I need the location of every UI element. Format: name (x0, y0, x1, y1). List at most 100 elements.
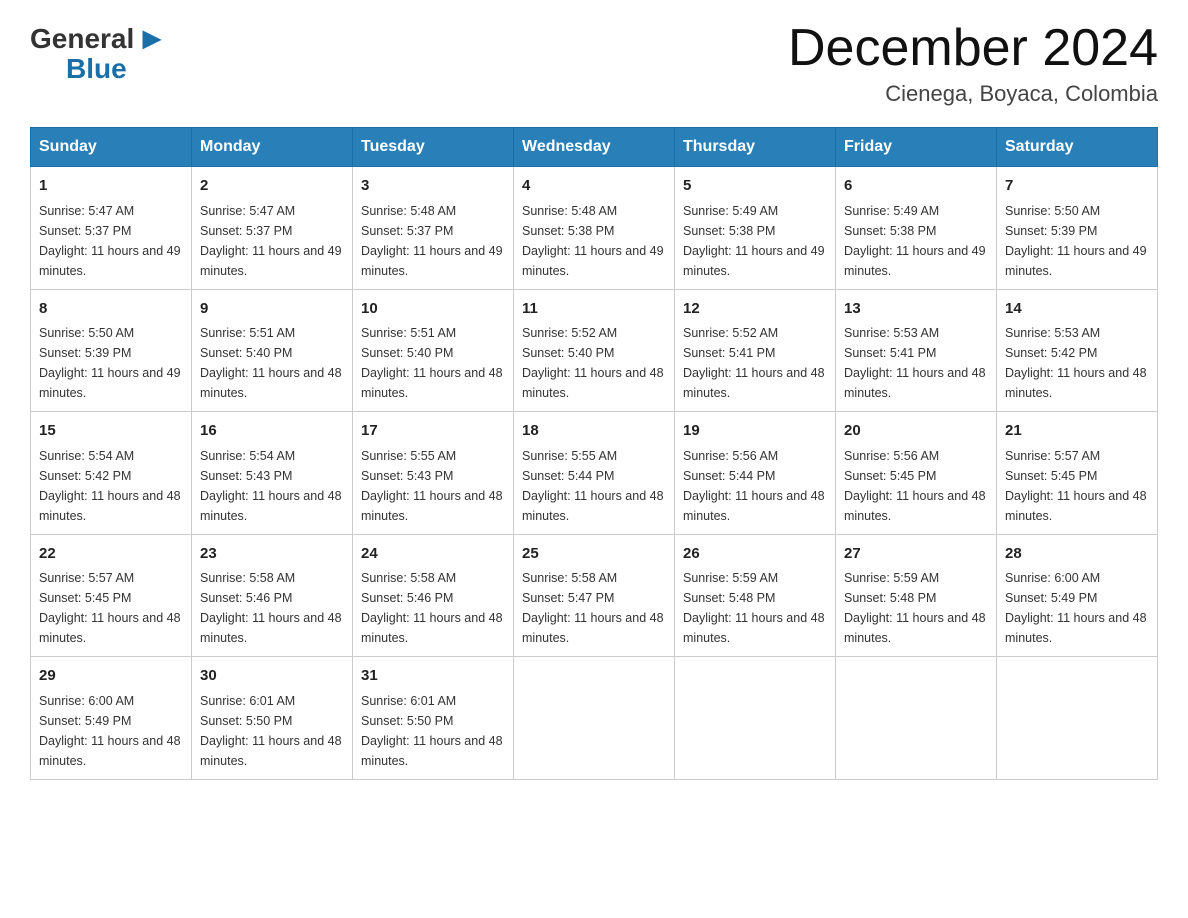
day-info: Sunrise: 5:58 AMSunset: 5:46 PMDaylight:… (361, 571, 503, 645)
weekday-header-saturday: Saturday (997, 128, 1158, 167)
calendar-week-row: 29Sunrise: 6:00 AMSunset: 5:49 PMDayligh… (31, 657, 1158, 780)
day-info: Sunrise: 5:53 AMSunset: 5:41 PMDaylight:… (844, 326, 986, 400)
logo-area: General ► Blue (30, 20, 168, 85)
day-number: 3 (361, 175, 505, 198)
day-info: Sunrise: 5:54 AMSunset: 5:42 PMDaylight:… (39, 449, 181, 523)
logo-blue-text: Blue (66, 53, 127, 85)
day-info: Sunrise: 5:48 AMSunset: 5:38 PMDaylight:… (522, 204, 664, 278)
day-number: 19 (683, 420, 827, 443)
calendar-cell: 9 Sunrise: 5:51 AMSunset: 5:40 PMDaylight… (192, 289, 353, 412)
day-number: 13 (844, 298, 988, 321)
day-number: 22 (39, 543, 183, 566)
day-number: 14 (1005, 298, 1149, 321)
day-info: Sunrise: 5:58 AMSunset: 5:47 PMDaylight:… (522, 571, 664, 645)
day-number: 11 (522, 298, 666, 321)
day-number: 1 (39, 175, 183, 198)
calendar-cell: 5 Sunrise: 5:49 AMSunset: 5:38 PMDaylight… (675, 167, 836, 290)
day-number: 23 (200, 543, 344, 566)
day-info: Sunrise: 5:51 AMSunset: 5:40 PMDaylight:… (200, 326, 342, 400)
calendar-cell: 26 Sunrise: 5:59 AMSunset: 5:48 PMDayligh… (675, 534, 836, 657)
weekday-header-wednesday: Wednesday (514, 128, 675, 167)
day-info: Sunrise: 5:59 AMSunset: 5:48 PMDaylight:… (683, 571, 825, 645)
day-number: 29 (39, 665, 183, 688)
calendar-cell: 6 Sunrise: 5:49 AMSunset: 5:38 PMDaylight… (836, 167, 997, 290)
calendar-week-row: 15 Sunrise: 5:54 AMSunset: 5:42 PMDayligh… (31, 412, 1158, 535)
day-number: 31 (361, 665, 505, 688)
day-number: 7 (1005, 175, 1149, 198)
calendar-cell: 12Sunrise: 5:52 AMSunset: 5:41 PMDayligh… (675, 289, 836, 412)
calendar-cell: 7Sunrise: 5:50 AMSunset: 5:39 PMDaylight… (997, 167, 1158, 290)
day-number: 20 (844, 420, 988, 443)
day-number: 10 (361, 298, 505, 321)
day-number: 4 (522, 175, 666, 198)
calendar-week-row: 1 Sunrise: 5:47 AMSunset: 5:37 PMDaylight… (31, 167, 1158, 290)
weekday-header-sunday: Sunday (31, 128, 192, 167)
day-info: Sunrise: 5:57 AMSunset: 5:45 PMDaylight:… (1005, 449, 1147, 523)
day-number: 28 (1005, 543, 1149, 566)
calendar-cell: 2 Sunrise: 5:47 AMSunset: 5:37 PMDaylight… (192, 167, 353, 290)
page-subtitle: Cienega, Boyaca, Colombia (788, 81, 1158, 107)
day-info: Sunrise: 5:50 AMSunset: 5:39 PMDaylight:… (39, 326, 181, 400)
day-number: 6 (844, 175, 988, 198)
day-info: Sunrise: 5:49 AMSunset: 5:38 PMDaylight:… (844, 204, 986, 278)
day-number: 9 (200, 298, 344, 321)
calendar-cell (514, 657, 675, 780)
day-info: Sunrise: 5:52 AMSunset: 5:40 PMDaylight:… (522, 326, 664, 400)
day-number: 26 (683, 543, 827, 566)
day-info: Sunrise: 5:57 AMSunset: 5:45 PMDaylight:… (39, 571, 181, 645)
calendar-cell: 23 Sunrise: 5:58 AMSunset: 5:46 PMDayligh… (192, 534, 353, 657)
day-number: 2 (200, 175, 344, 198)
calendar-cell: 27 Sunrise: 5:59 AMSunset: 5:48 PMDayligh… (836, 534, 997, 657)
weekday-header-tuesday: Tuesday (353, 128, 514, 167)
day-info: Sunrise: 5:58 AMSunset: 5:46 PMDaylight:… (200, 571, 342, 645)
day-number: 24 (361, 543, 505, 566)
calendar-cell: 28 Sunrise: 6:00 AMSunset: 5:49 PMDayligh… (997, 534, 1158, 657)
calendar-cell: 19 Sunrise: 5:56 AMSunset: 5:44 PMDayligh… (675, 412, 836, 535)
calendar-cell: 11 Sunrise: 5:52 AMSunset: 5:40 PMDayligh… (514, 289, 675, 412)
calendar-cell: 21 Sunrise: 5:57 AMSunset: 5:45 PMDayligh… (997, 412, 1158, 535)
title-area: December 2024 Cienega, Boyaca, Colombia (788, 20, 1158, 107)
calendar-cell: 31 Sunrise: 6:01 AMSunset: 5:50 PMDayligh… (353, 657, 514, 780)
calendar-cell: 25 Sunrise: 5:58 AMSunset: 5:47 PMDayligh… (514, 534, 675, 657)
day-info: Sunrise: 5:55 AMSunset: 5:43 PMDaylight:… (361, 449, 503, 523)
day-number: 25 (522, 543, 666, 566)
day-info: Sunrise: 5:59 AMSunset: 5:48 PMDaylight:… (844, 571, 986, 645)
page-title: December 2024 (788, 20, 1158, 77)
day-info: Sunrise: 5:48 AMSunset: 5:37 PMDaylight:… (361, 204, 503, 278)
day-number: 12 (683, 298, 827, 321)
calendar-cell: 13 Sunrise: 5:53 AMSunset: 5:41 PMDayligh… (836, 289, 997, 412)
day-number: 5 (683, 175, 827, 198)
calendar-cell: 10 Sunrise: 5:51 AMSunset: 5:40 PMDayligh… (353, 289, 514, 412)
day-info: Sunrise: 5:49 AMSunset: 5:38 PMDaylight:… (683, 204, 825, 278)
calendar-cell: 1 Sunrise: 5:47 AMSunset: 5:37 PMDaylight… (31, 167, 192, 290)
calendar-cell: 18Sunrise: 5:55 AMSunset: 5:44 PMDayligh… (514, 412, 675, 535)
day-info: Sunrise: 5:55 AMSunset: 5:44 PMDaylight:… (522, 449, 664, 523)
day-info: Sunrise: 5:56 AMSunset: 5:44 PMDaylight:… (683, 449, 825, 523)
day-number: 15 (39, 420, 183, 443)
weekday-header-thursday: Thursday (675, 128, 836, 167)
calendar-table: SundayMondayTuesdayWednesdayThursdayFrid… (30, 127, 1158, 780)
day-info: Sunrise: 6:01 AMSunset: 5:50 PMDaylight:… (361, 694, 503, 768)
calendar-week-row: 8Sunrise: 5:50 AMSunset: 5:39 PMDaylight… (31, 289, 1158, 412)
weekday-header-row: SundayMondayTuesdayWednesdayThursdayFrid… (31, 128, 1158, 167)
calendar-cell: 4 Sunrise: 5:48 AMSunset: 5:38 PMDaylight… (514, 167, 675, 290)
calendar-cell: 14Sunrise: 5:53 AMSunset: 5:42 PMDayligh… (997, 289, 1158, 412)
day-info: Sunrise: 6:00 AMSunset: 5:49 PMDaylight:… (1005, 571, 1147, 645)
day-info: Sunrise: 5:47 AMSunset: 5:37 PMDaylight:… (200, 204, 342, 278)
day-number: 21 (1005, 420, 1149, 443)
calendar-cell: 3 Sunrise: 5:48 AMSunset: 5:37 PMDaylight… (353, 167, 514, 290)
day-info: Sunrise: 5:47 AMSunset: 5:37 PMDaylight:… (39, 204, 181, 278)
logo-arrow-icon: ► (136, 20, 168, 57)
day-number: 30 (200, 665, 344, 688)
day-number: 16 (200, 420, 344, 443)
calendar-cell (997, 657, 1158, 780)
weekday-header-friday: Friday (836, 128, 997, 167)
calendar-cell: 22 Sunrise: 5:57 AMSunset: 5:45 PMDayligh… (31, 534, 192, 657)
header: General ► Blue December 2024 Cienega, Bo… (30, 20, 1158, 107)
day-info: Sunrise: 5:51 AMSunset: 5:40 PMDaylight:… (361, 326, 503, 400)
day-info: Sunrise: 6:01 AMSunset: 5:50 PMDaylight:… (200, 694, 342, 768)
logo: General ► (30, 20, 168, 57)
day-info: Sunrise: 5:54 AMSunset: 5:43 PMDaylight:… (200, 449, 342, 523)
day-number: 27 (844, 543, 988, 566)
calendar-cell: 30 Sunrise: 6:01 AMSunset: 5:50 PMDayligh… (192, 657, 353, 780)
